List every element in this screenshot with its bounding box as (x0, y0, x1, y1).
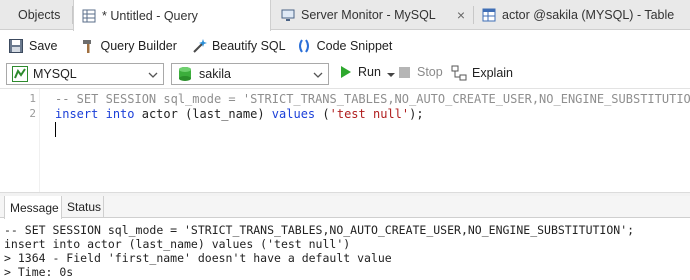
database-value: sakila (199, 67, 231, 81)
line-number: 2 (29, 107, 36, 120)
connection-toolbar: MYSQL sakila Run Stop Explain (0, 61, 690, 89)
tab-actor-table[interactable]: actor @sakila (MYSQL) - Table (474, 0, 690, 30)
editor-toolbar: Save Query Builder Beautify SQL Code Sni… (0, 31, 690, 61)
query-grid-icon (82, 9, 96, 23)
explain-label: Explain (472, 66, 513, 80)
tab-actor-table-label: actor @sakila (MYSQL) - Table (502, 8, 675, 22)
beautify-sql-label: Beautify SQL (211, 39, 286, 53)
line-number: 1 (29, 92, 36, 105)
tab-objects-label: Objects (18, 8, 61, 22)
tab-untitled-query[interactable]: * Untitled - Query (73, 0, 271, 31)
keyword-insert: insert (55, 107, 99, 121)
explain-button[interactable]: Explain (451, 65, 513, 81)
stop-button[interactable]: Stop (399, 65, 443, 79)
tab-status[interactable]: Status (62, 196, 104, 218)
database-icon (177, 66, 193, 82)
sql-editor[interactable]: 1 2 -- SET SESSION sql_mode = 'STRICT_TR… (0, 89, 690, 192)
message-output: -- SET SESSION sql_mode = 'STRICT_TRANS_… (0, 219, 690, 280)
explain-icon (451, 65, 467, 81)
paren-close: ); (409, 107, 424, 121)
table-icon (482, 8, 496, 22)
code-line-comment: -- SET SESSION sql_mode = 'STRICT_TRANS_… (55, 92, 690, 106)
connection-icon (12, 66, 28, 82)
code-snippet-label: Code Snippet (316, 39, 393, 53)
tab-message-label: Message (10, 200, 59, 215)
stop-label: Stop (417, 65, 443, 79)
monitor-icon (281, 8, 295, 22)
save-icon (8, 38, 24, 54)
message-line: -- SET SESSION sql_mode = 'STRICT_TRANS_… (4, 223, 635, 237)
parentheses-icon (296, 38, 312, 54)
magic-wand-icon (191, 38, 207, 54)
message-line: > 1364 - Field 'first_name' doesn't have… (4, 251, 392, 265)
beautify-sql-button[interactable]: Beautify SQL (187, 34, 290, 58)
query-builder-label: Query Builder (100, 39, 177, 53)
save-button[interactable]: Save (4, 34, 62, 58)
line-number-gutter: 1 2 (0, 89, 40, 192)
tab-server-monitor-label: Server Monitor - MySQL (301, 8, 436, 22)
tab-server-monitor[interactable]: Server Monitor - MySQL × (273, 0, 473, 30)
run-button[interactable]: Run (339, 65, 395, 79)
close-icon[interactable]: × (457, 8, 465, 22)
chevron-down-icon (313, 69, 323, 79)
tab-bar: Objects * Untitled - Query Server Monito… (0, 0, 690, 31)
tab-status-label: Status (67, 200, 102, 214)
database-select[interactable]: sakila (171, 63, 329, 85)
text-cursor (55, 122, 56, 137)
query-builder-button[interactable]: Query Builder (76, 34, 181, 58)
chevron-down-icon (148, 69, 158, 79)
keyword-values: values (271, 107, 316, 121)
message-line: insert into actor (last_name) values ('t… (4, 237, 351, 251)
run-label: Run (358, 65, 381, 79)
keyword-into: into (105, 107, 135, 121)
chevron-down-icon[interactable] (386, 68, 395, 77)
stop-icon (399, 66, 410, 78)
message-line: > Time: 0s (4, 265, 74, 279)
connection-select[interactable]: MYSQL (6, 63, 164, 85)
tab-untitled-query-label: * Untitled - Query (102, 8, 198, 23)
tab-objects[interactable]: Objects (0, 0, 72, 30)
play-icon (339, 65, 353, 79)
code-snippet-button[interactable]: Code Snippet (292, 34, 397, 58)
connection-value: MYSQL (33, 67, 77, 81)
table-name: actor (last_name) (141, 107, 265, 121)
string-literal: 'test null' (329, 107, 410, 121)
hammer-icon (80, 38, 96, 54)
tab-message[interactable]: Message (4, 196, 62, 219)
paren-open: ( (322, 107, 330, 121)
code-line-insert: insert into actor (last_name) values ('t… (55, 107, 424, 121)
result-tabs: Message Status (0, 196, 690, 219)
save-label: Save (29, 39, 58, 53)
